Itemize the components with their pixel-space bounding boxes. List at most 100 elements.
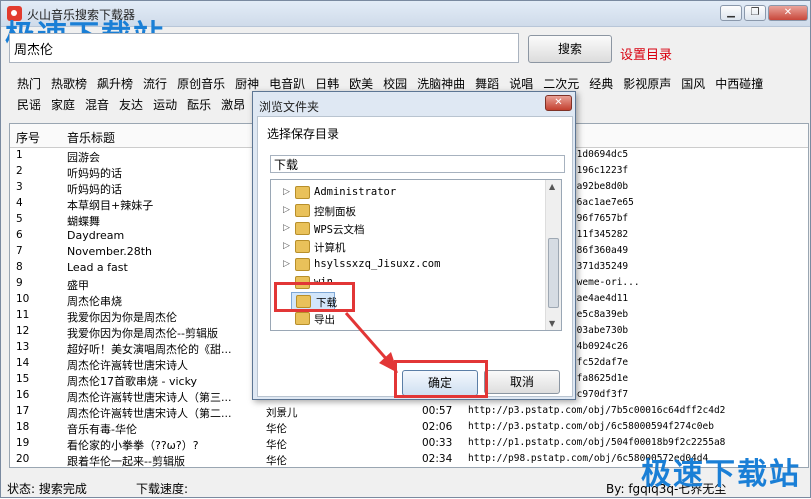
category-link[interactable]: 流行	[143, 75, 167, 92]
category-link[interactable]: 舞蹈	[475, 75, 499, 92]
category-link[interactable]: 厨神	[235, 75, 259, 92]
row-number: 14	[16, 357, 30, 369]
restore-button[interactable]: ❐	[744, 5, 766, 21]
folder-path-field[interactable]	[270, 155, 565, 173]
folder-node[interactable]: ▷ 计算机	[271, 238, 541, 256]
row-number: 13	[16, 341, 30, 353]
song-title: 蝴蝶舞	[67, 215, 100, 228]
browse-folder-dialog: 浏览文件夹 ✕ 选择保存目录 ▷ Administrator ▷ 控制面板 ▷ WPS云文…	[252, 91, 576, 400]
row-number: 2	[16, 165, 23, 177]
header-no[interactable]: 序号	[16, 129, 40, 146]
category-link[interactable]: 中西碰撞	[715, 75, 763, 92]
folder-icon	[295, 330, 310, 331]
folder-node[interactable]: 导出	[271, 310, 541, 328]
set-directory-link[interactable]: 设置目录	[620, 44, 672, 63]
row-number: 1	[16, 149, 23, 161]
song-title: 周杰伦17首歌串烧 - vicky	[67, 375, 198, 388]
expand-arrow-icon[interactable]: ▷	[283, 205, 290, 215]
folder-icon	[295, 258, 310, 271]
song-duration: 00:57	[422, 405, 453, 417]
category-link[interactable]: 友达	[119, 96, 143, 113]
folder-icon	[295, 312, 310, 325]
song-title: 超好听！美女演唱周杰伦的《甜...	[67, 343, 232, 356]
song-artist: 华伦	[266, 455, 287, 467]
folder-label: 导出	[314, 314, 335, 326]
folder-node[interactable]: 新建文件夹	[271, 328, 541, 331]
dialog-title: 浏览文件夹	[259, 100, 320, 114]
song-duration: 02:06	[422, 421, 453, 433]
song-title: 本草纲目+辣妹子	[67, 199, 154, 212]
expand-arrow-icon[interactable]: ▷	[283, 223, 290, 233]
close-button[interactable]: ✕	[768, 5, 808, 21]
folder-label: hsylssxzq_Jisuxz.com	[314, 258, 441, 270]
song-title: 跟着华伦一起来--剪辑版	[67, 455, 185, 468]
folder-icon	[295, 240, 310, 253]
row-number: 8	[16, 261, 23, 273]
category-link[interactable]: 欧美	[349, 75, 373, 92]
song-title: Daydream	[67, 229, 125, 242]
row-number: 17	[16, 405, 30, 417]
category-link[interactable]: 二次元	[543, 75, 579, 92]
table-row[interactable]: 18 音乐有毒-华伦 华伦 02:06 http://p3.pstatp.com/obj…	[10, 420, 808, 436]
expand-arrow-icon[interactable]: ▷	[283, 259, 290, 269]
tree-scrollbar[interactable]: ▲ ▼	[545, 180, 561, 330]
category-link[interactable]: 热门	[17, 75, 41, 92]
category-link[interactable]: 国风	[681, 75, 705, 92]
category-link[interactable]: 校园	[383, 75, 407, 92]
category-link[interactable]: 说唱	[509, 75, 533, 92]
song-title: 园游会	[67, 151, 100, 164]
song-title: Lead a fast	[67, 261, 128, 274]
row-number: 5	[16, 213, 23, 225]
header-title[interactable]: 音乐标题	[67, 129, 115, 146]
row-number: 15	[16, 373, 30, 385]
folder-node[interactable]: ▷ hsylssxzq_Jisuxz.com	[271, 256, 541, 274]
search-input[interactable]	[9, 33, 519, 63]
song-title: 看伦家的小拳拳（??ω?）?	[67, 439, 199, 452]
song-title: 盛甲	[67, 279, 89, 292]
category-link[interactable]: 混音	[85, 96, 109, 113]
song-title: November.28th	[67, 245, 152, 258]
folder-node[interactable]: ▷ Administrator	[271, 184, 541, 202]
category-link[interactable]: 电音趴	[269, 75, 305, 92]
scroll-up-icon[interactable]: ▲	[549, 182, 555, 191]
scroll-down-icon[interactable]: ▼	[549, 319, 555, 328]
category-link[interactable]: 激昂	[221, 96, 245, 113]
song-artist: 华伦	[266, 439, 287, 451]
category-link[interactable]: 影视原声	[623, 75, 671, 92]
folder-label: 控制面板	[314, 206, 356, 218]
category-link[interactable]: 热歌榜	[51, 75, 87, 92]
category-link[interactable]: 原创音乐	[177, 75, 225, 92]
row-number: 3	[16, 181, 23, 193]
folder-node[interactable]: ▷ WPS云文档	[271, 220, 541, 238]
folder-label: Administrator	[314, 186, 397, 198]
category-link[interactable]: 民谣	[17, 96, 41, 113]
category-link[interactable]: 飙升榜	[97, 75, 133, 92]
table-row[interactable]: 17 周杰伦许嵩转世唐宋诗人（第二... 刘景儿 00:57 http://p3.pst…	[10, 404, 808, 420]
cancel-button[interactable]: 取消	[484, 370, 560, 394]
expand-arrow-icon[interactable]: ▷	[283, 241, 290, 251]
expand-arrow-icon[interactable]: ▷	[283, 187, 290, 197]
song-url: http://p3.pstatp.com/obj/6c58000594f274c…	[468, 421, 714, 432]
category-link[interactable]: 运动	[153, 96, 177, 113]
folder-node[interactable]: ▷ 控制面板	[271, 202, 541, 220]
category-link[interactable]: 家庭	[51, 96, 75, 113]
dialog-close-button[interactable]: ✕	[545, 95, 572, 111]
song-title: 音乐有毒-华伦	[67, 423, 137, 436]
category-link[interactable]: 日韩	[315, 75, 339, 92]
row-number: 18	[16, 421, 30, 433]
category-row-2: 民谣 家庭 混音 友达 运动 酝乐 激昂	[17, 96, 255, 113]
category-link[interactable]: 洗脑神曲	[417, 75, 465, 92]
scroll-thumb[interactable]	[548, 238, 559, 308]
song-title: 周杰伦许嵩转世唐宋诗人（第二...	[67, 407, 232, 420]
search-button[interactable]: 搜索	[528, 35, 612, 63]
song-duration: 00:33	[422, 437, 453, 449]
song-artist: 华伦	[266, 423, 287, 435]
song-artist: 刘景儿	[266, 407, 298, 419]
highlight-ok-box	[394, 360, 488, 398]
minimize-button[interactable]: ▁	[720, 5, 742, 21]
category-link[interactable]: 酝乐	[187, 96, 211, 113]
category-link[interactable]: 经典	[589, 75, 613, 92]
category-row-1: 热门 热歌榜 飙升榜 流行 原创音乐 厨神 电音趴 日韩 欧美 校园 洗脑神曲 舞蹈 说唱 二次元 经典 影视…	[17, 75, 773, 92]
song-title: 周杰伦串烧	[67, 295, 122, 308]
row-number: 6	[16, 229, 23, 241]
